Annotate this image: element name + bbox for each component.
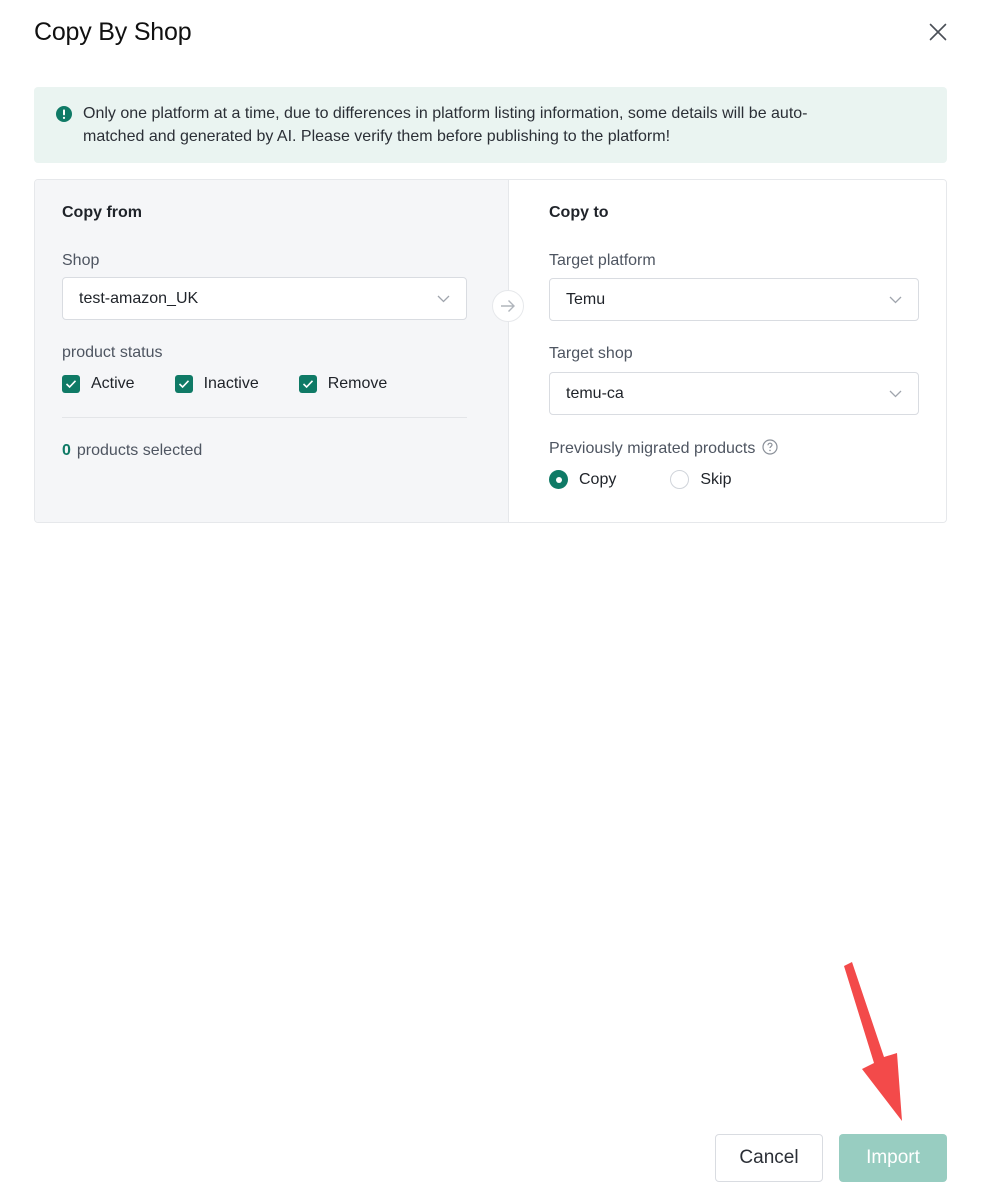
import-button[interactable]: Import <box>839 1134 947 1182</box>
dialog-title: Copy By Shop <box>34 18 192 46</box>
target-platform-label: Target platform <box>549 252 656 269</box>
radio-option-copy[interactable]: Copy <box>549 470 616 489</box>
copy-to-title: Copy to <box>549 204 609 221</box>
target-platform-select[interactable]: Temu <box>549 278 919 321</box>
target-shop-select[interactable]: temu-ca <box>549 372 919 415</box>
notice-text-line-2: matched and generated by AI. Please veri… <box>83 127 671 145</box>
red-arrow-annotation <box>844 962 902 1121</box>
product-status-label: product status <box>62 344 163 361</box>
shop-select[interactable]: test-amazon_UK <box>62 277 467 320</box>
radio-option-skip[interactable]: Skip <box>670 470 731 489</box>
status-label-inactive: Inactive <box>203 375 259 392</box>
copy-from-section: Copy from Shop test-amazon_UK product st… <box>35 180 509 522</box>
target-shop-label: Target shop <box>549 345 633 362</box>
target-shop-value: temu-ca <box>566 384 624 402</box>
radio-unselected-icon <box>670 470 690 489</box>
status-checkbox-active[interactable]: Active <box>62 375 135 393</box>
copy-panel: Copy from Shop test-amazon_UK product st… <box>34 179 947 523</box>
status-checkbox-inactive[interactable]: Inactive <box>174 375 259 393</box>
radio-label-copy: Copy <box>579 470 617 488</box>
checkbox-checked-icon <box>62 375 80 393</box>
question-circle-icon[interactable] <box>762 439 778 455</box>
selected-count-number: 0 <box>62 442 71 459</box>
copy-from-title: Copy from <box>62 204 142 221</box>
checkbox-checked-icon <box>298 375 317 393</box>
previously-migrated-label: Previously migrated products <box>549 439 778 458</box>
selected-count-text: products selected <box>76 442 203 459</box>
chevron-down-icon <box>437 290 450 308</box>
status-label-remove: Remove <box>327 375 388 392</box>
exclamation-circle-icon <box>56 106 72 122</box>
radio-label-skip: Skip <box>700 470 732 488</box>
status-checkbox-remove[interactable]: Remove <box>298 375 388 393</box>
chevron-down-icon <box>889 385 902 403</box>
divider <box>62 417 467 418</box>
copy-by-shop-dialog: Copy By Shop Only one platform at a time… <box>0 0 983 1191</box>
close-icon <box>929 23 947 46</box>
info-notice: Only one platform at a time, due to diff… <box>34 87 947 163</box>
selected-products-count: 0 products selected <box>62 442 202 460</box>
product-status-group: Active Inactive Remove <box>62 375 387 393</box>
migrated-options-group: Copy Skip <box>549 470 731 489</box>
copy-to-section: Copy to Target platform Temu Target shop… <box>509 180 946 522</box>
target-platform-value: Temu <box>566 290 606 308</box>
checkbox-checked-icon <box>174 375 193 393</box>
shop-label: Shop <box>62 252 100 269</box>
shop-select-value: test-amazon_UK <box>79 289 199 307</box>
arrow-right-icon <box>492 290 524 322</box>
status-label-active: Active <box>91 375 135 392</box>
previously-migrated-text: Previously migrated products <box>549 440 756 457</box>
notice-text-line-1: Only one platform at a time, due to diff… <box>83 105 808 122</box>
radio-selected-icon <box>549 470 568 489</box>
chevron-down-icon <box>889 291 902 309</box>
close-button[interactable] <box>922 18 954 50</box>
cancel-button[interactable]: Cancel <box>715 1134 823 1182</box>
